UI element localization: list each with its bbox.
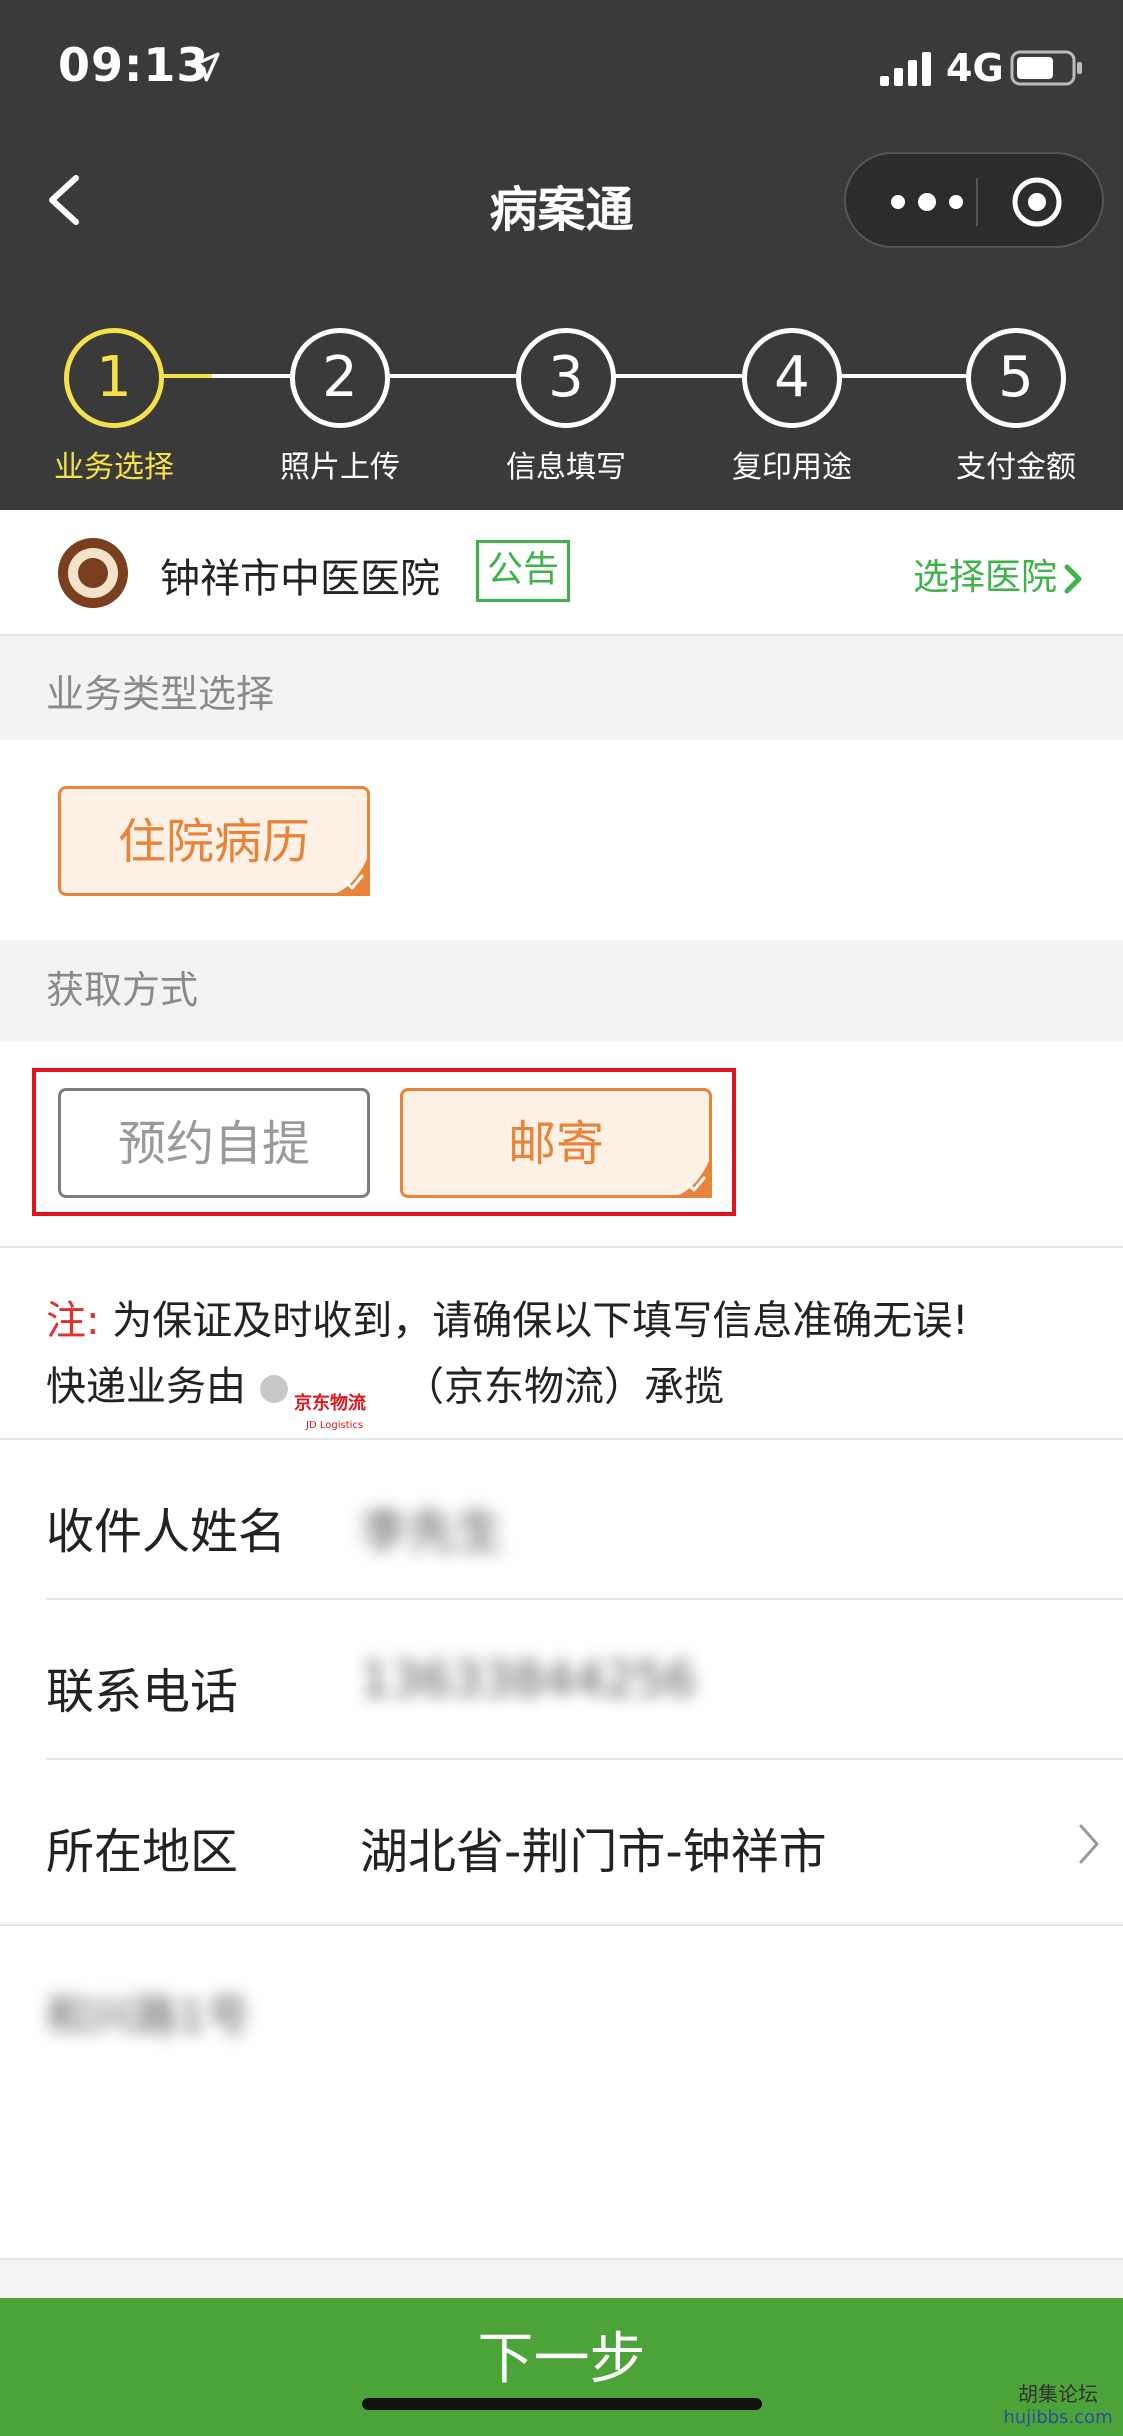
option-inpatient-record[interactable]: 住院病历 bbox=[58, 786, 370, 896]
mini-program-capsule bbox=[844, 152, 1104, 248]
note-line-2: 快递业务由 京东物流 JD Logistics （京东物流）承揽 bbox=[46, 1354, 1077, 1431]
note-prefix: 注: bbox=[46, 1298, 100, 1344]
selected-check-icon bbox=[326, 852, 370, 896]
battery-icon bbox=[1010, 50, 1082, 86]
recipient-input[interactable]: 李先生 bbox=[360, 1492, 504, 1562]
step-1-circle: 1 bbox=[64, 328, 164, 428]
status-bar: 09:13 4G bbox=[0, 0, 1123, 140]
step-4-label: 复印用途 bbox=[732, 450, 852, 485]
address-form: 收件人姓名 李先生 联系电话 13633844256 所在地区 湖北省-荆门市-… bbox=[0, 1440, 1123, 1922]
step-connector bbox=[614, 374, 742, 378]
location-arrow-icon bbox=[190, 52, 220, 82]
status-time: 09:13 bbox=[58, 38, 210, 92]
highlight-annotation-box bbox=[32, 1068, 736, 1216]
delivery-note: 注: 为保证及时收到，请确保以下填写信息准确无误! 快递业务由 京东物流 JD Lo… bbox=[0, 1246, 1123, 1440]
recipient-row[interactable]: 收件人姓名 李先生 bbox=[0, 1440, 1123, 1600]
close-target-icon[interactable] bbox=[1011, 176, 1063, 228]
signal-icon bbox=[880, 52, 931, 86]
detail-address-input[interactable]: 和兴路1号 bbox=[46, 1980, 250, 2044]
phone-input[interactable]: 13633844256 bbox=[360, 1652, 696, 1708]
detail-address-field[interactable]: 和兴路1号 bbox=[0, 1924, 1123, 2260]
step-1-label: 业务选择 bbox=[54, 450, 174, 485]
note-text: 为保证及时收到，请确保以下填写信息准确无误! bbox=[112, 1298, 969, 1344]
home-indicator bbox=[362, 2398, 762, 2410]
hospital-name: 钟祥市中医医院 bbox=[160, 556, 440, 602]
capsule-divider bbox=[976, 178, 978, 226]
method-section-title: 获取方式 bbox=[0, 940, 1123, 1042]
chevron-right-icon bbox=[1064, 564, 1082, 594]
network-type: 4G bbox=[946, 46, 1004, 90]
chevron-right-icon bbox=[1079, 1824, 1099, 1864]
step-4-circle: 4 bbox=[742, 328, 842, 428]
choose-hospital-link[interactable]: 选择医院 bbox=[913, 548, 1083, 600]
step-3-label: 信息填写 bbox=[506, 450, 626, 485]
region-picker[interactable]: 湖北省-荆门市-钟祥市 bbox=[360, 1812, 827, 1882]
jd-logistics-logo: 京东物流 JD Logistics bbox=[260, 1371, 390, 1431]
region-label: 所在地区 bbox=[46, 1824, 239, 1880]
step-2-label: 照片上传 bbox=[280, 450, 400, 485]
phone-label: 联系电话 bbox=[46, 1664, 239, 1720]
note-courier-before: 快递业务由 bbox=[46, 1364, 246, 1410]
more-icon[interactable] bbox=[882, 182, 972, 222]
hospital-logo bbox=[58, 538, 128, 608]
watermark-site: hujibbs.com bbox=[1003, 2407, 1113, 2428]
choose-hospital-label: 选择医院 bbox=[912, 557, 1057, 598]
step-connector bbox=[388, 374, 516, 378]
step-2-circle: 2 bbox=[290, 328, 390, 428]
nav-bar: 病案通 bbox=[0, 140, 1123, 260]
step-3-circle: 3 bbox=[516, 328, 616, 428]
recipient-label: 收件人姓名 bbox=[46, 1504, 287, 1560]
note-courier-after: （京东物流）承揽 bbox=[404, 1364, 724, 1410]
notice-tag[interactable]: 公告 bbox=[476, 540, 571, 602]
option-label: 住院病历 bbox=[117, 814, 310, 870]
business-section: 住院病历 bbox=[0, 740, 1123, 940]
app-header: 09:13 4G 病案通 1 2 3 4 5 业务选择 照片上传 信息填写 复印… bbox=[0, 0, 1123, 510]
note-line-1: 注: 为保证及时收到，请确保以下填写信息准确无误! bbox=[46, 1288, 1077, 1354]
next-step-button[interactable]: 下一步 bbox=[0, 2298, 1123, 2436]
step-5-circle: 5 bbox=[966, 328, 1066, 428]
phone-row[interactable]: 联系电话 13633844256 bbox=[0, 1600, 1123, 1760]
step-connector bbox=[212, 374, 290, 378]
business-section-title: 业务类型选择 bbox=[0, 638, 1123, 740]
progress-steps: 1 2 3 4 5 业务选择 照片上传 信息填写 复印用途 支付金额 bbox=[0, 320, 1123, 490]
region-row[interactable]: 所在地区 湖北省-荆门市-钟祥市 bbox=[0, 1760, 1123, 1920]
hospital-row: 钟祥市中医医院 公告 选择医院 bbox=[0, 510, 1123, 636]
step-5-label: 支付金额 bbox=[956, 450, 1076, 485]
step-connector bbox=[840, 374, 966, 378]
forum-watermark: 胡集论坛 hujibbs.com bbox=[1003, 2382, 1113, 2430]
watermark-title: 胡集论坛 bbox=[1018, 2382, 1098, 2406]
